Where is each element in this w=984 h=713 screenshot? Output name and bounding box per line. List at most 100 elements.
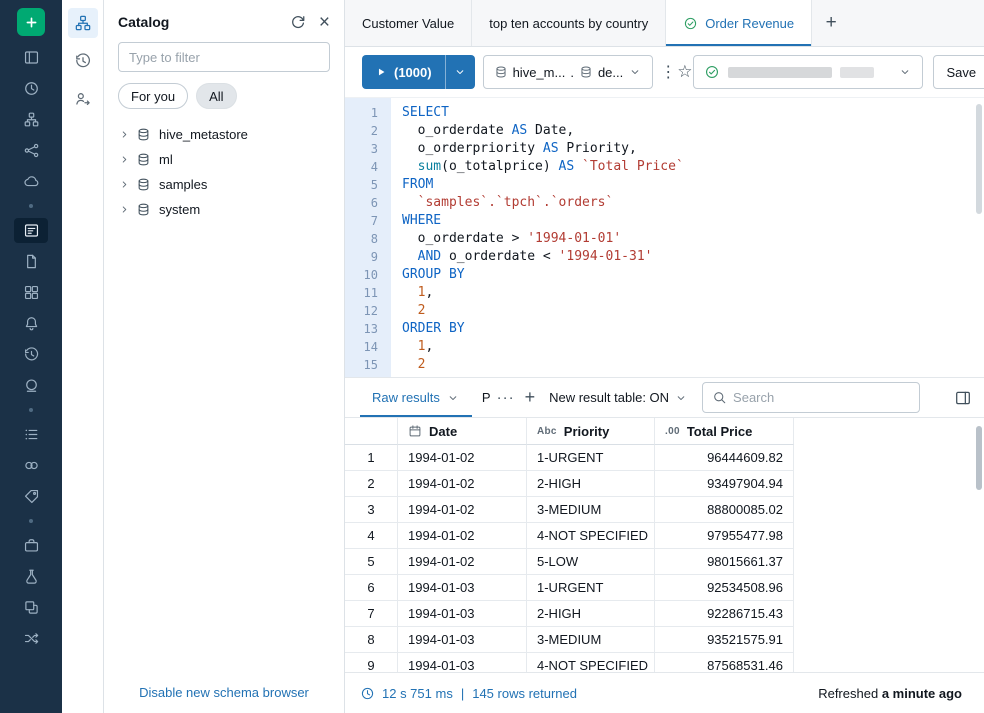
code-token [574,159,582,174]
queries-icon [23,253,40,270]
nav-sql-editor-button[interactable] [14,218,48,243]
results-toolbar: Raw results P ··· + New result table: ON [345,377,984,418]
models-icon [23,599,40,616]
code-token: sum [418,159,441,174]
nav-delta-sharing-button[interactable] [14,484,48,509]
results-scrollbar[interactable] [976,426,982,490]
nav-alerts-button[interactable] [14,311,48,336]
column-label: Date [429,424,457,439]
chevron-down-icon [898,65,912,79]
line-code: WHERE [391,212,441,230]
chip-all[interactable]: All [196,83,236,109]
code-token: Priority, [559,141,637,156]
query-duration-link[interactable]: 12 s 751 ms | 145 rows returned [360,686,577,701]
line-code: 1, [391,284,433,302]
nav-models-button[interactable] [14,595,48,620]
schema-browser-icon [74,14,92,32]
catalog-icon [23,111,40,128]
tab-label: Customer Value [362,16,454,31]
code-line: 9 AND o_orderdate < '1994-01-31' [345,248,984,266]
priority-cell: 5-LOW [527,549,655,575]
nav-serving-button[interactable] [14,626,48,651]
schema-browser-button[interactable] [68,8,98,38]
search-input[interactable] [733,390,910,405]
refresh-catalog-button[interactable] [289,13,307,31]
query-tab[interactable]: Order Revenue [666,0,812,46]
line-code: 1, [391,338,433,356]
chip-for-you[interactable]: For you [118,83,188,109]
left-nav-rail [0,0,62,713]
chevron-right-icon [118,153,131,166]
catalog-tree-item[interactable]: system [118,197,330,222]
nav-recents-button[interactable] [14,76,48,101]
favorite-star-button[interactable]: ☆ [677,62,692,82]
for-you-button[interactable] [68,84,98,114]
results-overflow-button[interactable]: ··· [497,389,515,406]
nav-workspace-button[interactable] [14,45,48,70]
new-tab-button[interactable]: + [812,0,850,46]
rows-returned-text: 145 rows returned [472,686,577,701]
catalog-tree-item[interactable]: hive_metastore [118,122,330,147]
secondary-icon-rail [62,0,104,713]
workflows-icon [23,142,40,159]
catalog-tree-item[interactable]: ml [118,147,330,172]
run-options-button[interactable] [445,55,475,89]
line-code: o_orderpriority AS Priority, [391,140,637,158]
nav-dashboards-button[interactable] [14,280,48,305]
catalog-filter-input[interactable] [118,42,330,72]
line-code: o_orderdate AS Date, [391,122,574,140]
catalog-schema-selector[interactable]: hive_m... . de... [483,55,654,89]
code-token: GROUP BY [402,267,465,282]
code-token: ORDER BY [402,321,465,336]
kebab-menu-button[interactable]: ⋮ [660,62,676,82]
close-catalog-button[interactable]: × [319,13,330,32]
raw-results-tab[interactable]: Raw results [360,378,472,417]
sql-editor-icon [23,222,40,239]
total-price-cell: 92534508.96 [655,575,794,601]
nav-experiments-button[interactable] [14,533,48,558]
nav-features-button[interactable] [14,564,48,589]
nav-compute-button[interactable] [14,169,48,194]
line-code: GROUP BY [391,266,465,284]
catalog-tree-item[interactable]: samples [118,172,330,197]
code-token: o_orderpriority [402,141,543,156]
nav-query-history-button[interactable] [14,342,48,367]
code-token [402,159,418,174]
history-panel-button[interactable] [68,46,98,76]
nav-genie-button[interactable] [14,373,48,398]
warehouse-selector[interactable] [693,55,923,89]
new-result-table-toggle[interactable]: New result table: ON [549,390,688,405]
save-button[interactable]: Save [933,55,984,89]
schema-icon [579,65,593,79]
query-tab-bar: Customer Value top ten accounts by countr… [345,0,984,47]
nav-new-button[interactable] [17,8,45,36]
nav-workflows-button[interactable] [14,138,48,163]
editor-scrollbar[interactable] [976,104,982,214]
run-button[interactable]: (1000) [362,55,445,89]
date-cell: 1994-01-02 [398,497,527,523]
duration-text: 12 s 751 ms [382,686,453,701]
nav-pipelines-button[interactable] [14,453,48,478]
column-header-total-price[interactable]: .00Total Price [655,418,794,445]
side-panel-toggle-button[interactable] [954,389,972,407]
raw-results-label: Raw results [372,390,440,405]
clipped-results-tab[interactable]: P [478,378,495,417]
total-price-cell: 96444609.82 [655,445,794,471]
nav-job-runs-button[interactable] [14,422,48,447]
nav-queries-button[interactable] [14,249,48,274]
column-header-date[interactable]: Date [398,418,527,445]
priority-cell: 1-URGENT [527,445,655,471]
sql-editor[interactable]: 1SELECT2 o_orderdate AS Date,3 o_orderpr… [345,97,984,377]
disable-schema-browser-link[interactable]: Disable new schema browser [104,685,344,700]
nav-catalog-button[interactable] [14,107,48,132]
code-token: AND [418,249,441,264]
query-tab[interactable]: top ten accounts by country [472,0,666,46]
column-header-priority[interactable]: AbcPriority [527,418,655,445]
line-number: 2 [345,122,391,140]
priority-cell: 2-HIGH [527,471,655,497]
add-result-tab-button[interactable]: + [525,387,536,408]
editor-toolbar: (1000) hive_m... . de... ⋮ ☆ [345,47,984,97]
code-token: AS [559,159,575,174]
catalog-item-label: hive_metastore [159,127,248,142]
query-tab[interactable]: Customer Value [345,0,472,46]
